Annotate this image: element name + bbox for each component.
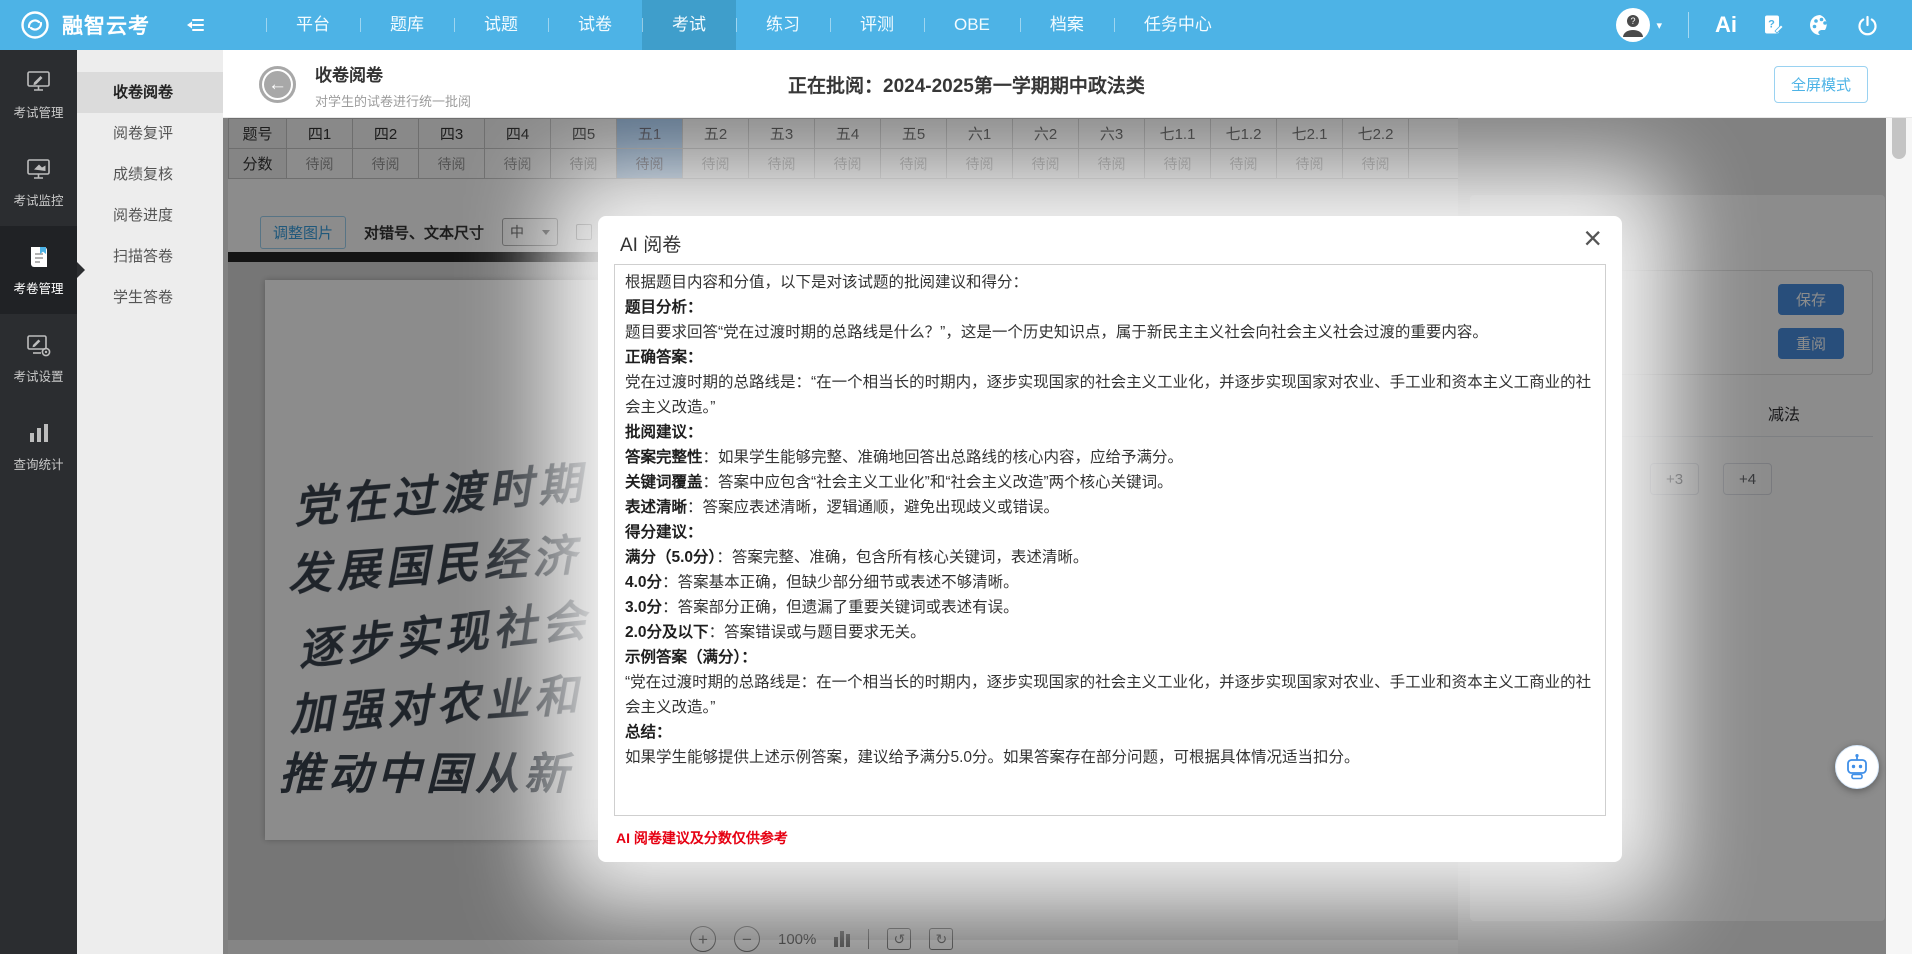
sidebar-item-paper-management[interactable]: 考卷管理 <box>0 226 77 314</box>
sidebar-item-exam-settings[interactable]: 考试设置 <box>0 314 77 402</box>
suggestion-line: 2.0分及以下：答案错误或与题目要求无关。 <box>625 620 1595 645</box>
svg-text:?: ? <box>1768 19 1775 31</box>
ai-robot-button[interactable] <box>1835 745 1879 789</box>
suggestion-line: 关键词覆盖：答案中应包含“社会主义工业化”和“社会主义改造”两个核心关键词。 <box>625 470 1595 495</box>
suggestion-line: 答案完整性：如果学生能够完整、准确地回答出总路线的核心内容，应给予满分。 <box>625 445 1595 470</box>
sidebar-item-label: 考卷管理 <box>13 278 63 297</box>
page-header: ← 收卷阅卷 对学生的试卷进行统一批阅 正在批阅： 2024-2025第一学期期… <box>223 50 1912 118</box>
fullscreen-mode-button[interactable]: 全屏模式 <box>1774 66 1868 103</box>
logo-icon <box>20 10 50 40</box>
nav-menu-item[interactable]: 平台 <box>266 0 360 50</box>
back-arrow-icon: ← <box>268 75 287 94</box>
ai-assistant-icon[interactable]: Ai <box>1715 12 1737 38</box>
back-button[interactable]: ← <box>259 66 296 103</box>
nav-menu-item[interactable]: 题库 <box>360 0 454 50</box>
page-scrollbar <box>1886 50 1912 954</box>
suggestion-line: “党在过渡时期的总路线是：在一个相当长的时期内，逐步实现国家的社会主义工业化，并… <box>625 670 1595 720</box>
submenu-item[interactable]: 收卷阅卷 <box>77 72 223 113</box>
nav-menu-item[interactable]: 评测 <box>830 0 924 50</box>
page: 融智云考 平台 题库 试题 试卷 考试 练习 评测 <box>0 0 1912 954</box>
submenu-item[interactable]: 成绩复核 <box>77 154 223 195</box>
suggestion-line: 4.0分：答案基本正确，但缺少部分细节或表述不够清晰。 <box>625 570 1595 595</box>
top-navbar: 融智云考 平台 题库 试题 试卷 考试 练习 评测 <box>0 0 1912 50</box>
grading-status: 正在批阅： 2024-2025第一学期期中政法类 <box>788 50 1145 118</box>
nav-menu-item[interactable]: 任务中心 <box>1114 0 1242 50</box>
suggestion-line: 题目分析： <box>625 295 1595 320</box>
suggestion-line: 如果学生能够提供上述示例答案，建议给予满分5.0分。如果答案存在部分问题，可根据… <box>625 745 1595 770</box>
suggestion-line: 题目要求回答“党在过渡时期的总路线是什么？”，这是一个历史知识点，属于新民主主义… <box>625 320 1595 345</box>
submenu-item[interactable]: 阅卷复评 <box>77 113 223 154</box>
user-avatar-menu[interactable]: ? ▾ <box>1616 8 1662 42</box>
suggestion-line: 表述清晰：答案应表述清晰，逻辑通顺，避免出现歧义或错误。 <box>625 495 1595 520</box>
submenu-item[interactable]: 扫描答卷 <box>77 236 223 277</box>
nav-menu-item[interactable]: 考试 <box>642 0 736 50</box>
grading-value: 2024-2025第一学期期中政法类 <box>883 71 1145 98</box>
nav-menu-item[interactable]: OBE <box>924 0 1020 50</box>
robot-icon <box>1843 753 1871 781</box>
ai-disclaimer: AI 阅卷建议及分数仅供参考 <box>616 828 788 848</box>
nav-menu-item[interactable]: 试卷 <box>548 0 642 50</box>
grading-label: 正在批阅： <box>788 71 883 98</box>
submenu-item[interactable]: 学生答卷 <box>77 277 223 318</box>
secondary-sidebar: 收卷阅卷 阅卷复评 成绩复核 阅卷进度 扫描答卷 学生答卷 <box>77 50 223 954</box>
avatar-icon: ? <box>1616 8 1650 42</box>
suggestion-line: 根据题目内容和分值，以下是对该试题的批阅建议和得分： <box>625 270 1595 295</box>
logout-power-icon[interactable] <box>1857 15 1878 36</box>
suggestion-line: 3.0分：答案部分正确，但遗漏了重要关键词或表述有误。 <box>625 595 1595 620</box>
brand-title: 融智云考 <box>62 10 150 40</box>
close-icon[interactable]: × <box>1583 222 1602 254</box>
sidebar-item-label: 考试管理 <box>13 102 63 121</box>
ai-grading-modal: AI 阅卷 × 根据题目内容和分值，以下是对该试题的批阅建议和得分： 题目分析：… <box>598 216 1622 862</box>
nav-right-tools: ? ▾ Ai ? <box>1616 8 1912 42</box>
divider <box>1688 12 1689 38</box>
help-doc-icon[interactable]: ? <box>1763 14 1783 36</box>
suggestion-line: 正确答案： <box>625 345 1595 370</box>
sidebar-item-label: 查询统计 <box>13 454 63 473</box>
sidebar-item-label: 考试设置 <box>13 366 63 385</box>
page-subtitle: 对学生的试卷进行统一批阅 <box>315 91 471 110</box>
svg-text:?: ? <box>1631 16 1636 26</box>
nav-menu-item[interactable]: 试题 <box>454 0 548 50</box>
nav-menu: 平台 题库 试题 试卷 考试 练习 评测 OBE 档案 任务中心 <box>266 0 1242 50</box>
suggestion-line: 示例答案（满分）： <box>625 645 1595 670</box>
menu-collapse-icon[interactable] <box>181 10 211 40</box>
suggestion-line: 党在过渡时期的总路线是：“在一个相当长的时期内，逐步实现国家的社会主义工业化，并… <box>625 370 1595 420</box>
brand: 融智云考 <box>0 10 175 40</box>
submenu-item[interactable]: 阅卷进度 <box>77 195 223 236</box>
suggestion-line: 得分建议： <box>625 520 1595 545</box>
chevron-down-icon: ▾ <box>1656 19 1662 32</box>
modal-title: AI 阅卷 <box>620 230 681 257</box>
page-title-block: 收卷阅卷 对学生的试卷进行统一批阅 <box>315 61 471 110</box>
sidebar-item-exam-monitor[interactable]: 考试监控 <box>0 138 77 226</box>
suggestion-line: 批阅建议： <box>625 420 1595 445</box>
theme-palette-icon[interactable] <box>1809 14 1831 36</box>
nav-menu-item[interactable]: 档案 <box>1020 0 1114 50</box>
ai-suggestion-textarea[interactable]: 根据题目内容和分值，以下是对该试题的批阅建议和得分： 题目分析： 题目要求回答“… <box>614 264 1606 816</box>
sidebar-item-query-statistics[interactable]: 查询统计 <box>0 402 77 490</box>
nav-menu-item[interactable]: 练习 <box>736 0 830 50</box>
suggestion-line: 总结： <box>625 720 1595 745</box>
sidebar-item-label: 考试监控 <box>13 190 63 209</box>
primary-sidebar: 考试管理 考试监控 考卷管理 考试设置 查询统计 <box>0 50 77 954</box>
sidebar-item-exam-management[interactable]: 考试管理 <box>0 50 77 138</box>
page-title: 收卷阅卷 <box>315 61 471 86</box>
suggestion-line: 满分（5.0分）：答案完整、准确，包含所有核心关键词，表述清晰。 <box>625 545 1595 570</box>
